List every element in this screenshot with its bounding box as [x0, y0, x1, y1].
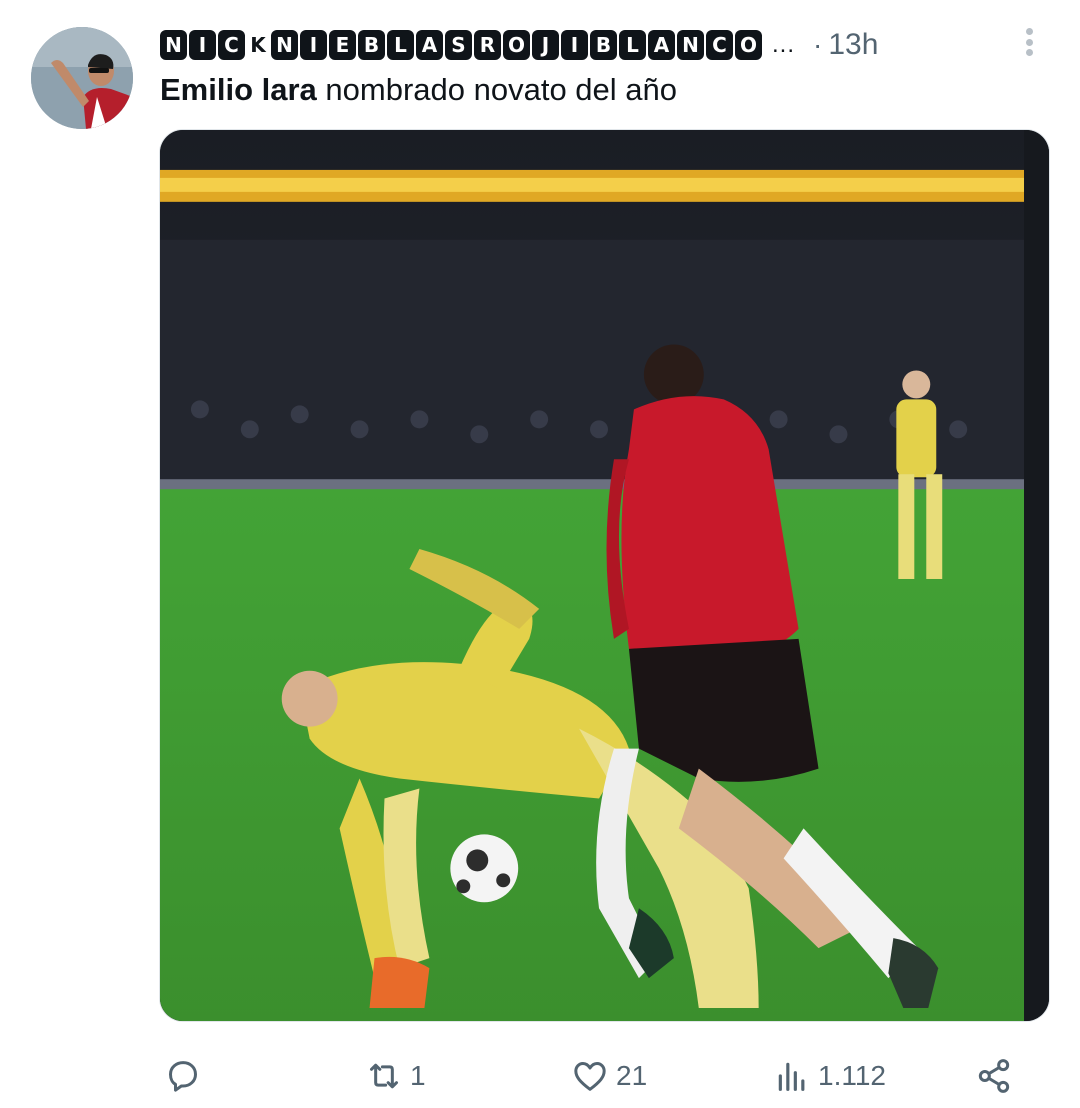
share-icon [978, 1059, 1010, 1093]
name-letter: E [329, 30, 356, 60]
retweet-count: 1 [410, 1060, 426, 1091]
views-button[interactable]: 1.112 [772, 1054, 886, 1098]
name-letter: N [160, 30, 187, 60]
tweet-action-bar: 1 21 1.112 [0, 1054, 1080, 1098]
football-match-image [160, 130, 1049, 1021]
name-letter: N [677, 30, 704, 60]
name-truncation: ... [772, 31, 796, 58]
views-count: 1.112 [818, 1060, 886, 1091]
heart-icon [574, 1062, 606, 1091]
name-letter: A [648, 30, 675, 60]
name-letter: B [590, 30, 617, 60]
author-display-name[interactable]: NICKNIEBLASROJIBLANCO [160, 30, 762, 60]
tweet-text-bold: Emilio lara [160, 72, 317, 107]
name-letter: B [358, 30, 385, 60]
reply-icon [169, 1061, 197, 1092]
name-letter: I [300, 30, 327, 60]
name-letter: S [445, 30, 472, 60]
name-letter: A [416, 30, 443, 60]
name-letter: C [706, 30, 733, 60]
name-letter: O [503, 30, 530, 60]
name-letter: J [532, 30, 559, 60]
more-vertical-icon[interactable] [1016, 24, 1042, 60]
name-letter: R [474, 30, 501, 60]
tweet-header: NICKNIEBLASROJIBLANCO ... · 13h [160, 28, 878, 62]
name-letter: K [250, 33, 266, 57]
author-avatar[interactable] [31, 27, 133, 129]
separator-dot: · [813, 29, 823, 60]
tweet-timestamp[interactable]: 13h [828, 28, 878, 62]
tweet-text: Emilio lara nombrado novato del año [160, 72, 677, 108]
like-count: 21 [616, 1060, 648, 1091]
name-letter: L [619, 30, 646, 60]
tweet-text-rest: nombrado novato del año [316, 72, 678, 107]
name-letter: L [387, 30, 414, 60]
football-ball [450, 834, 519, 903]
retweet-button[interactable]: 1 [364, 1054, 426, 1098]
tweet-media[interactable] [159, 129, 1050, 1022]
share-button[interactable] [974, 1054, 1014, 1098]
avatar-image [31, 27, 133, 129]
reply-button[interactable] [163, 1054, 209, 1098]
name-letter: I [189, 30, 216, 60]
like-button[interactable]: 21 [570, 1054, 647, 1098]
retweet-icon [370, 1063, 398, 1089]
name-letter: C [218, 30, 245, 60]
views-icon [778, 1062, 805, 1091]
name-letter: O [735, 30, 762, 60]
name-letter: I [561, 30, 588, 60]
name-letter: N [271, 30, 298, 60]
